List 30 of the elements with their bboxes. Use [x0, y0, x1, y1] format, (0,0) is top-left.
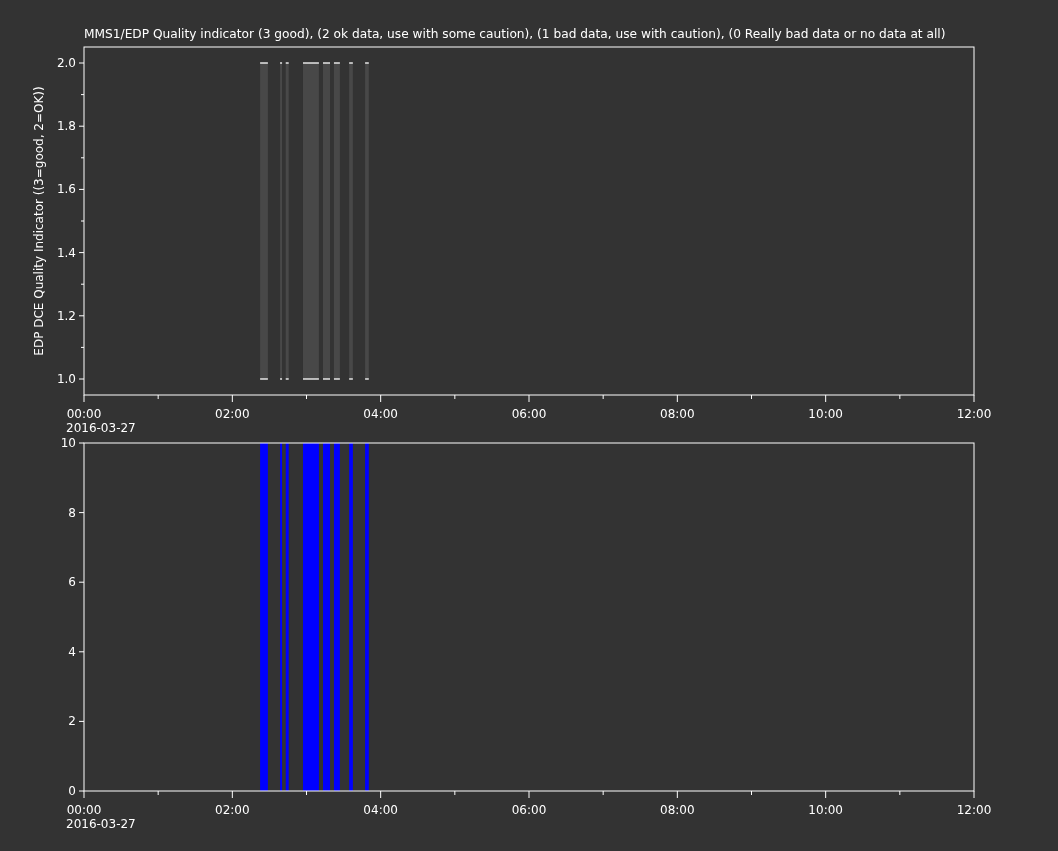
x-tick-label: 08:00 [660, 407, 695, 421]
y-tick-label: 8 [68, 505, 76, 520]
x-tick-label: 02:00 [215, 407, 250, 421]
y-tick-label: 2.0 [56, 56, 76, 70]
x-tick-label: 04:00 [363, 407, 398, 421]
y-axis-label: EDP DCE Quality Indicator ((3=good, 2=OK)) [32, 86, 46, 356]
x-tick-label: 12:00 [956, 803, 992, 817]
y-tick-label: 1.4 [56, 245, 76, 260]
date-label: 2016-03-27 [66, 817, 136, 831]
y-tick-label: 1.0 [56, 372, 76, 386]
y-tick-label: 1.2 [56, 308, 76, 323]
plot-title: MMS1/EDP Quality indicator (3 good), (2 ok data, use with some caution), (1 bad data, use with caution), (0 Really bad data or no data at all) [84, 27, 946, 41]
x-tick-label: 06:00 [511, 407, 547, 421]
y-tick-label: 2 [68, 714, 76, 729]
date-label: 2016-03-27 [66, 421, 136, 435]
y-tick-label: 6 [68, 575, 76, 590]
x-tick-label: 04:00 [363, 803, 398, 817]
x-tick-label: 00:00 [66, 803, 102, 817]
x-tick-label: 02:00 [215, 803, 250, 817]
y-tick-label: 1.8 [56, 119, 76, 134]
x-tick-label: 12:00 [956, 407, 992, 421]
x-tick-label: 10:00 [808, 407, 843, 421]
y-tick-label: 0 [68, 784, 76, 798]
x-tick-label: 00:00 [66, 407, 102, 421]
x-tick-label: 08:00 [660, 803, 695, 817]
y-tick-label: 10 [60, 437, 76, 450]
x-tick-label: 10:00 [808, 803, 843, 817]
y-tick-label: 1.6 [56, 182, 76, 197]
y-tick-label: 4 [68, 644, 76, 659]
x-tick-label: 06:00 [511, 803, 547, 817]
